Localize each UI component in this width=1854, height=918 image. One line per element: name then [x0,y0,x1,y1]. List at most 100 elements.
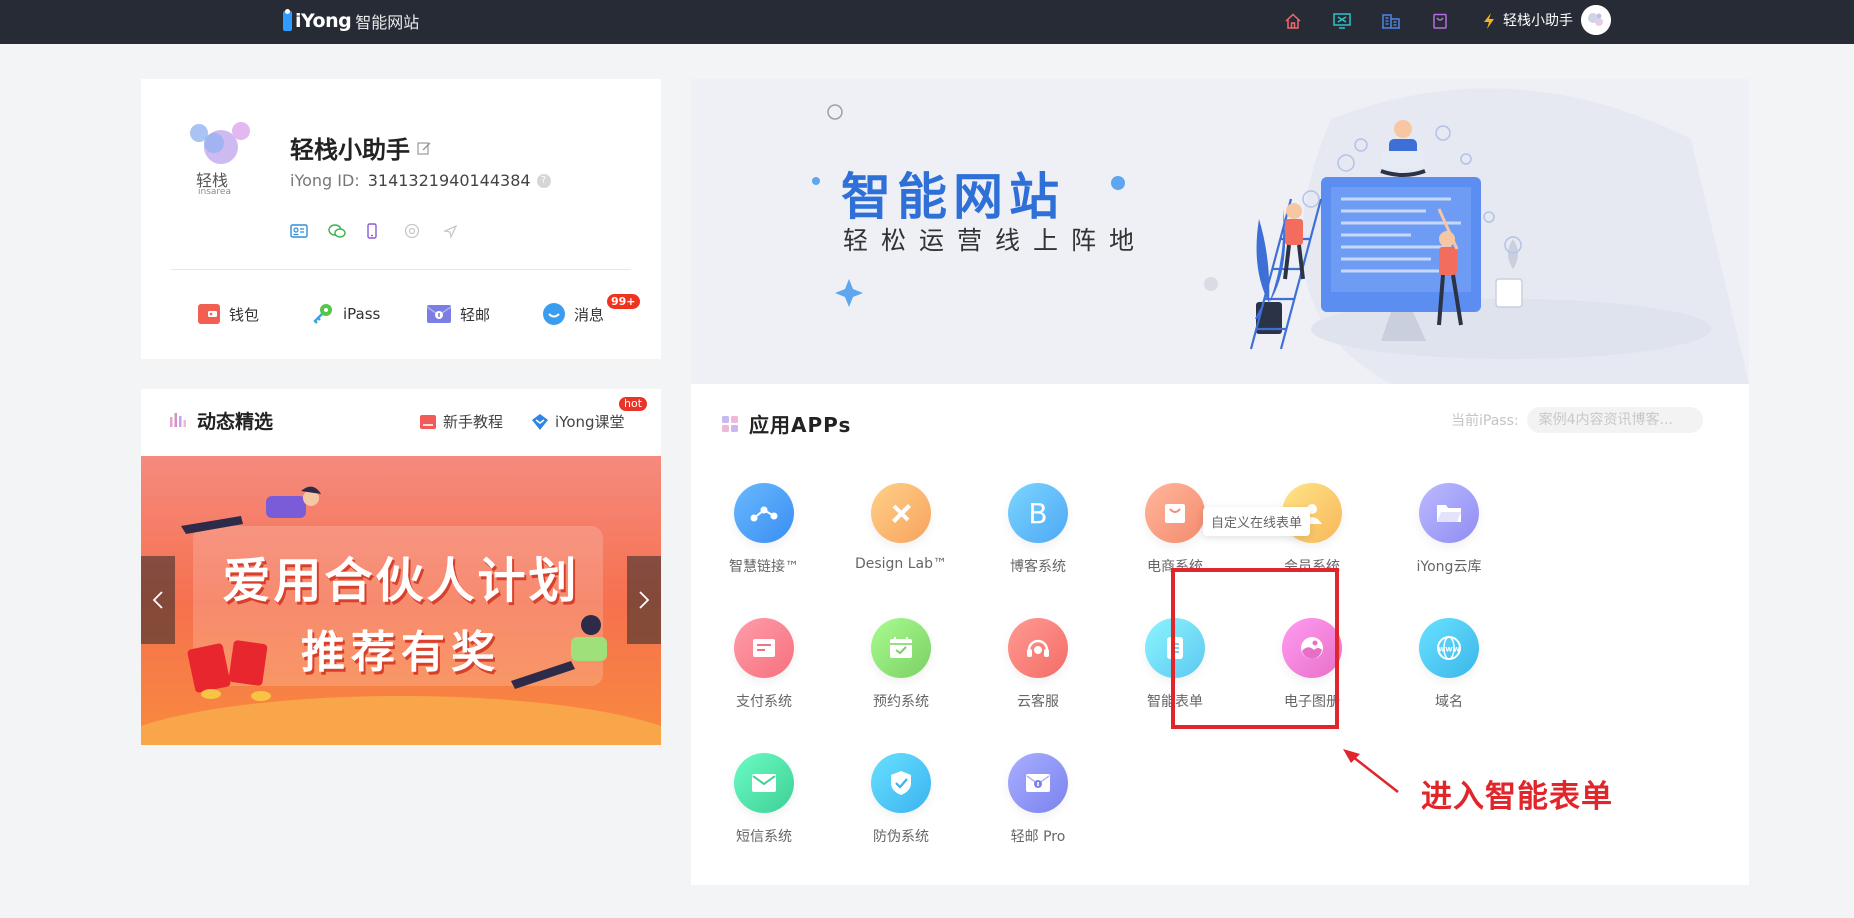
phone-icon[interactable] [366,221,404,241]
home-icon[interactable] [1268,6,1317,36]
logo-sub: 智能网站 [355,13,420,32]
hot-badge: hot [619,397,648,411]
current-ipass: 当前iPass: 案例4内容资讯博客... [1451,407,1703,433]
tutorial-link[interactable]: 新手教程 [419,411,503,432]
divider [171,269,631,270]
user-name: 轻栈小助手 [1503,13,1573,29]
link-nodes-icon [734,483,794,543]
promo-banner[interactable]: 爱用合伙人计划 推荐有奖 [141,456,661,745]
svg-text:www: www [1438,645,1461,654]
brand-logo-sub: insarea [198,187,231,197]
app-label: 域名 [1435,694,1463,710]
user-menu[interactable]: 轻栈小助手 [1503,5,1611,35]
carousel-next-button[interactable] [627,556,661,644]
dynamic-title: 动态精选 [169,407,273,434]
key-icon [311,302,335,326]
envelope-icon [734,753,794,813]
logo-mark-icon [283,9,292,31]
wallet-icon [734,618,794,678]
wallet-link[interactable]: 钱包 [197,294,259,334]
folder-icon [1419,483,1479,543]
account-bindings [290,221,480,241]
chevron-right-icon [639,591,650,609]
wallet-icon [197,303,221,325]
dynamic-title-text: 动态精选 [197,411,274,433]
mail-link[interactable]: 轻邮 [426,294,490,334]
wechat-icon[interactable] [328,221,366,241]
tutorial-label: 新手教程 [443,413,504,431]
email-at-icon[interactable] [404,221,442,241]
top-nav-icons [1268,6,1513,36]
profile-name-text: 轻栈小助手 [290,136,410,164]
current-ipass-label: 当前iPass: [1451,413,1519,429]
class-label: iYong课堂 [555,413,625,431]
app-label: 防伪系统 [873,829,929,845]
bag-icon[interactable] [1415,6,1464,36]
carousel-prev-button[interactable] [141,556,175,644]
monitor-icon[interactable] [1317,6,1366,36]
app-label: 支付系统 [736,694,792,710]
app-globe[interactable]: www 域名 [1379,618,1519,728]
dynamic-card: 动态精选 新手教程 iYong课堂 hot 爱用合伙人计划 推荐有奖 [141,389,661,745]
profile-id-value: 3141321940144384 [367,171,531,190]
app-blog-b[interactable]: B 博客系统 [968,483,1108,593]
app-label: 预约系统 [873,694,929,710]
blog-b-icon: B [1008,483,1068,543]
globe-icon: www [1419,618,1479,678]
calendar-icon [871,618,931,678]
app-label: iYong云库 [1416,559,1482,575]
location-icon[interactable] [442,221,480,241]
headset-icon [1008,618,1068,678]
highlight-box [1171,568,1339,729]
app-label: 博客系统 [1010,559,1066,575]
apps-title-text: 应用APPs [749,413,852,437]
mail-icon [426,304,452,324]
app-label: 短信系统 [736,829,792,845]
site-logo[interactable]: iYong 智能网站 [283,7,419,35]
app-label: Design Lab™ [854,556,948,572]
app-calendar[interactable]: 预约系统 [831,618,971,728]
app-link-nodes[interactable]: 智慧链接™ [694,483,834,593]
mail-label: 轻邮 [460,305,491,324]
help-icon[interactable]: ? [536,173,551,188]
message-link[interactable]: 消息 [542,294,604,334]
profile-id: iYong ID: 3141321940144384 ? [290,171,551,190]
app-folder[interactable]: iYong云库 [1379,483,1519,593]
profile-id-label: iYong ID: [290,171,360,190]
brand-logo-icon: 轻栈 insarea [186,121,258,201]
app-envelope[interactable]: 短信系统 [694,753,834,863]
user-avatar[interactable] [1581,5,1611,35]
svg-text:B: B [1028,498,1047,528]
form-tooltip: 自定义在线表单 [1203,507,1311,536]
chevron-left-icon [152,591,163,609]
app-label: 云客服 [1017,694,1059,710]
current-ipass-select[interactable]: 案例4内容资讯博客... [1526,407,1703,433]
banner-line2: 推荐有奖 [301,627,501,678]
annotation-text: 进入智能表单 [1421,779,1613,815]
idcard-icon[interactable] [290,221,328,241]
shopping-bag-icon [1145,483,1205,543]
app-pencil-ruler[interactable]: Design Lab™ [831,483,971,593]
building-icon[interactable] [1366,6,1415,36]
banner-person-icon [181,486,321,534]
message-icon [542,302,566,326]
main-card: 智能网站 轻松运营线上阵地 应用APPs 当前iPass: 案例4内容资讯博客.… [691,79,1749,885]
graduation-icon [531,413,549,431]
banner-line1: 爱用合伙人计划 [222,553,580,609]
ipass-label: iPass [343,305,381,323]
app-headset[interactable]: 云客服 [968,618,1108,728]
ipass-link[interactable]: iPass [311,294,380,334]
app-shield-check[interactable]: 防伪系统 [831,753,971,863]
app-label: 智慧链接™ [729,559,799,575]
message-badge: 99+ [607,294,640,309]
app-mail-pro[interactable]: 轻邮 Pro [968,753,1108,863]
annotation-arrow-icon [1343,749,1399,793]
message-label: 消息 [574,305,605,324]
profile-card: 轻栈 insarea 轻栈小助手 iYong ID: 3141321940144… [141,79,661,359]
app-wallet[interactable]: 支付系统 [694,618,834,728]
edit-icon[interactable] [416,134,432,162]
class-link[interactable]: iYong课堂 [531,411,625,432]
logo-brand: iYong [295,10,352,32]
bar-chart-icon [169,410,187,432]
grid-icon [721,415,739,433]
